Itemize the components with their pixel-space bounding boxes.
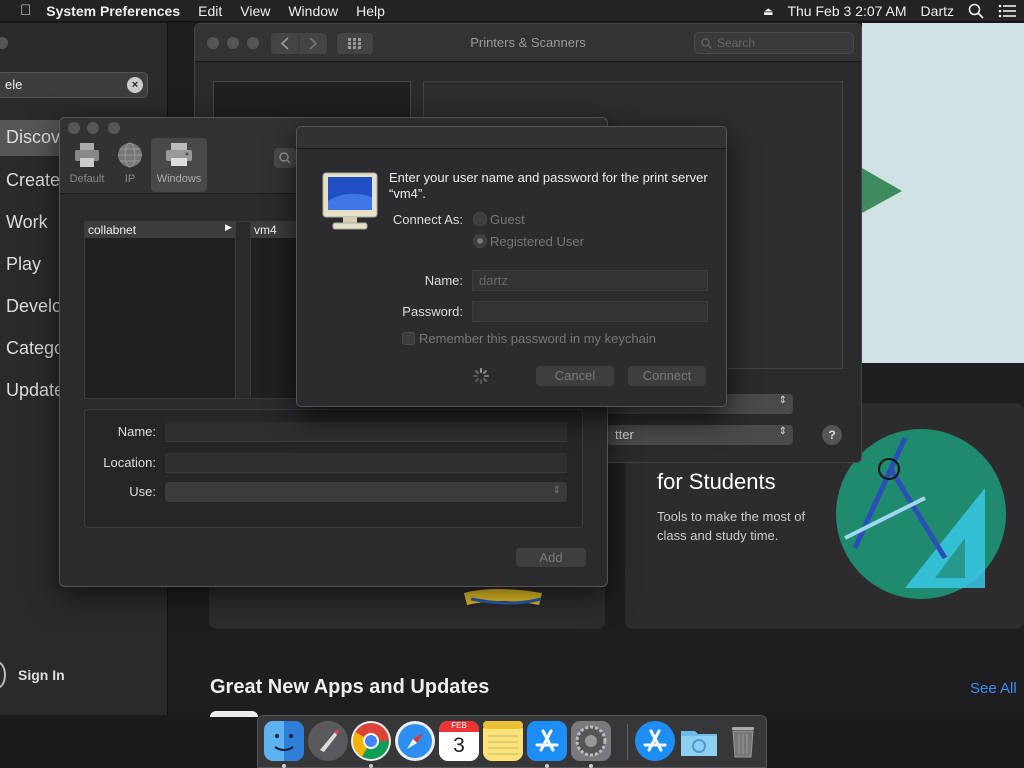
section-title: Great New Apps and Updates xyxy=(210,676,490,698)
authentication-sheet: Enter your user name and password for th… xyxy=(296,126,727,407)
menu-view[interactable]: View xyxy=(231,3,279,19)
auth-message: Enter your user name and password for th… xyxy=(389,170,708,201)
card-description: Tools to make the most of class and stud… xyxy=(657,509,806,543)
preferences-search-input[interactable]: Search xyxy=(694,32,854,54)
toolbar-default[interactable]: Default xyxy=(66,140,108,185)
app-menu[interactable]: System Preferences xyxy=(40,3,189,19)
chevron-updown-icon: ⇕ xyxy=(552,485,561,496)
password-field[interactable] xyxy=(472,301,708,322)
progress-spinner-icon xyxy=(473,368,489,384)
sheet-header xyxy=(297,127,726,149)
column-divider[interactable] xyxy=(236,221,250,399)
computer-monitor-icon xyxy=(321,171,379,231)
downloads-folder-icon[interactable] xyxy=(679,721,719,761)
system-preferences-icon[interactable] xyxy=(571,721,611,761)
printer-icon xyxy=(72,140,102,170)
list-item[interactable]: collabnet xyxy=(85,222,235,238)
username-field[interactable]: dartz xyxy=(472,270,708,291)
notification-center-icon[interactable] xyxy=(998,4,1016,18)
running-indicator xyxy=(545,764,549,768)
search-icon xyxy=(701,38,712,49)
cancel-button[interactable]: Cancel xyxy=(536,366,614,386)
windows-printer-icon xyxy=(164,140,194,170)
browser-column-workgroup[interactable]: collabnet xyxy=(84,221,236,399)
spotlight-icon[interactable] xyxy=(968,3,984,19)
sidebar-item-discover[interactable]: Discover xyxy=(0,120,76,156)
running-indicator xyxy=(589,764,593,768)
running-indicator xyxy=(282,764,286,768)
menu-bar:  System Preferences Edit View Window He… xyxy=(0,0,1024,22)
paper-size-popup[interactable]: tter ⇕ xyxy=(607,425,793,445)
connect-button[interactable]: Connect xyxy=(628,366,706,386)
sidebar-item-play[interactable]: Play xyxy=(6,254,41,275)
guest-radio[interactable] xyxy=(473,212,487,226)
running-indicator xyxy=(369,764,373,768)
chevron-updown-icon: ⇕ xyxy=(778,426,787,437)
chevron-updown-icon: ⇕ xyxy=(778,395,787,406)
toolbar-label: Default xyxy=(69,173,105,185)
sidebar-item-create[interactable]: Create xyxy=(6,170,60,191)
registered-user-radio-label: Registered User xyxy=(490,234,584,249)
card-title: for Students xyxy=(657,469,776,494)
use-label: Use: xyxy=(129,484,156,499)
close-icon[interactable] xyxy=(68,122,80,134)
safari-icon[interactable] xyxy=(395,721,435,761)
launchpad-icon[interactable] xyxy=(308,721,348,761)
connect-as-label: Connect As: xyxy=(392,212,463,227)
menu-extras: ⏏ Thu Feb 3 2:07 AM Dartz xyxy=(763,0,1016,22)
help-button[interactable]: ? xyxy=(822,425,842,445)
use-driver-select[interactable]: ⇕ xyxy=(165,482,567,502)
remember-password-label: Remember this password in my keychain xyxy=(419,331,656,346)
app-store-search-input[interactable]: ele xyxy=(0,72,148,98)
app-thumbnail[interactable] xyxy=(210,711,258,717)
app-store-downloads-icon[interactable] xyxy=(635,721,675,761)
remember-password-checkbox[interactable] xyxy=(402,332,415,345)
add-button[interactable]: Add xyxy=(516,548,586,567)
zoom-icon[interactable] xyxy=(108,122,120,134)
globe-icon xyxy=(115,140,145,170)
browser-column-servers[interactable]: vm4 xyxy=(250,221,300,399)
eject-icon[interactable]: ⏏ xyxy=(763,5,773,18)
chrome-icon[interactable] xyxy=(351,721,391,761)
clock[interactable]: Thu Feb 3 2:07 AM xyxy=(787,3,906,19)
apple-menu-icon[interactable]:  xyxy=(0,2,40,19)
finder-icon[interactable] xyxy=(264,721,304,761)
registered-user-radio[interactable] xyxy=(473,234,487,248)
guest-radio-label: Guest xyxy=(490,212,525,227)
menu-window[interactable]: Window xyxy=(279,3,347,19)
hero-banner[interactable] xyxy=(862,23,1024,363)
password-label: Password: xyxy=(402,304,463,319)
calendar-icon[interactable]: FEB 3 xyxy=(439,721,479,761)
list-item[interactable]: vm4 xyxy=(251,222,299,238)
minimize-icon[interactable] xyxy=(87,122,99,134)
disclosure-arrow-icon: ▶ xyxy=(225,222,232,232)
menu-help[interactable]: Help xyxy=(347,3,394,19)
name-label: Name: xyxy=(424,273,463,288)
notes-icon[interactable] xyxy=(483,721,523,761)
name-field[interactable] xyxy=(165,422,567,442)
calendar-day: 3 xyxy=(453,734,465,757)
toolbar-label: IP xyxy=(124,173,136,185)
toolbar-label: Windows xyxy=(156,173,202,185)
toolbar-windows[interactable]: Windows xyxy=(153,140,205,185)
popup-value: tter xyxy=(615,427,634,442)
see-all-link[interactable]: See All xyxy=(970,680,1017,697)
app-store-icon[interactable] xyxy=(527,721,567,761)
sidebar-item-work[interactable]: Work xyxy=(6,212,48,233)
search-button[interactable] xyxy=(274,148,296,168)
location-field[interactable] xyxy=(165,453,567,473)
clear-search-icon[interactable]: × xyxy=(127,77,143,93)
location-label: Location: xyxy=(103,455,156,470)
user-menu[interactable]: Dartz xyxy=(921,3,954,19)
sign-in-button[interactable]: Sign In xyxy=(18,667,65,683)
trash-icon[interactable] xyxy=(723,721,763,761)
calendar-month: FEB xyxy=(439,721,479,732)
dock-separator xyxy=(627,724,628,760)
toolbar-ip[interactable]: IP xyxy=(115,140,145,185)
menu-edit[interactable]: Edit xyxy=(189,3,231,19)
name-label: Name: xyxy=(117,424,156,439)
window-titlebar: Printers & Scanners Search xyxy=(195,24,861,62)
dock: FEB 3 xyxy=(257,715,767,768)
